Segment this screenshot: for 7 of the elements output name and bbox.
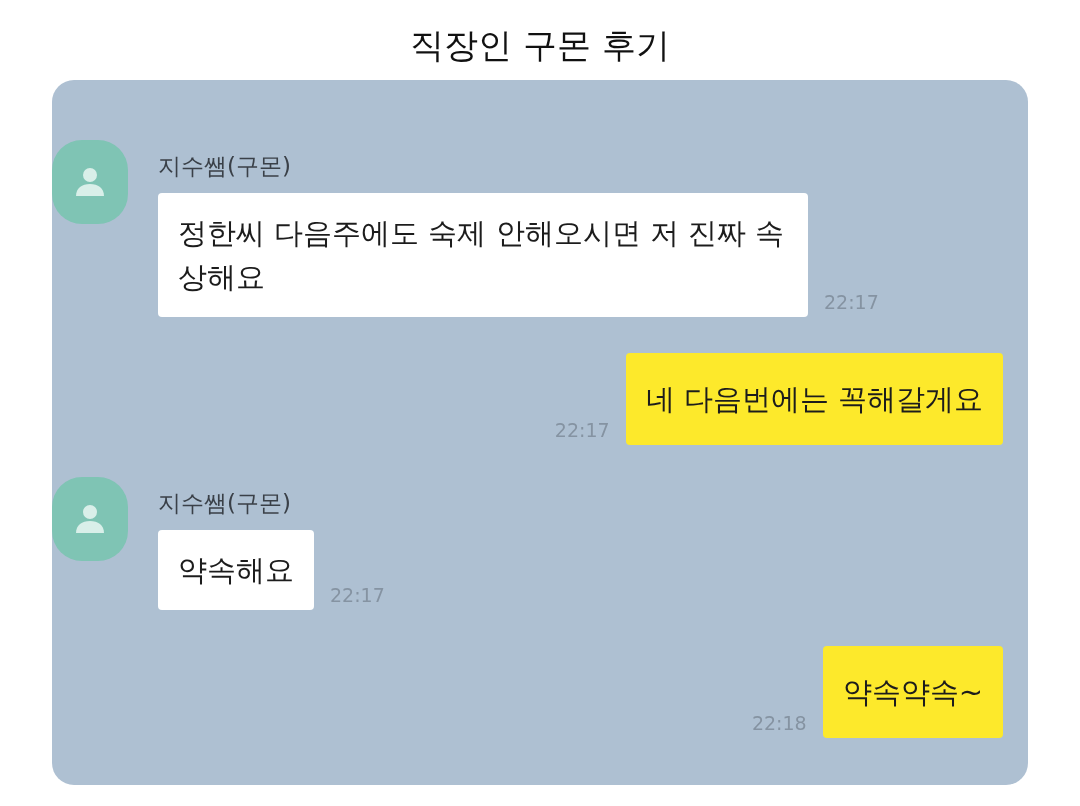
message-bubble: 약속약속~ xyxy=(822,645,1003,738)
sender-name: 지수쌤(구몬) xyxy=(158,488,292,518)
page-title: 직장인 구몬 후기 xyxy=(410,24,670,67)
sender-name: 지수쌤(구몬) xyxy=(158,152,292,181)
message-bubble: 정한씨 다음주에도 숙제 안해오시면 저 진짜 속상해요 xyxy=(158,192,808,317)
message-bubble: 약속해요 xyxy=(158,529,314,610)
message-bubble: 네 다음번에는 꼭해갈게요 xyxy=(625,352,1003,445)
